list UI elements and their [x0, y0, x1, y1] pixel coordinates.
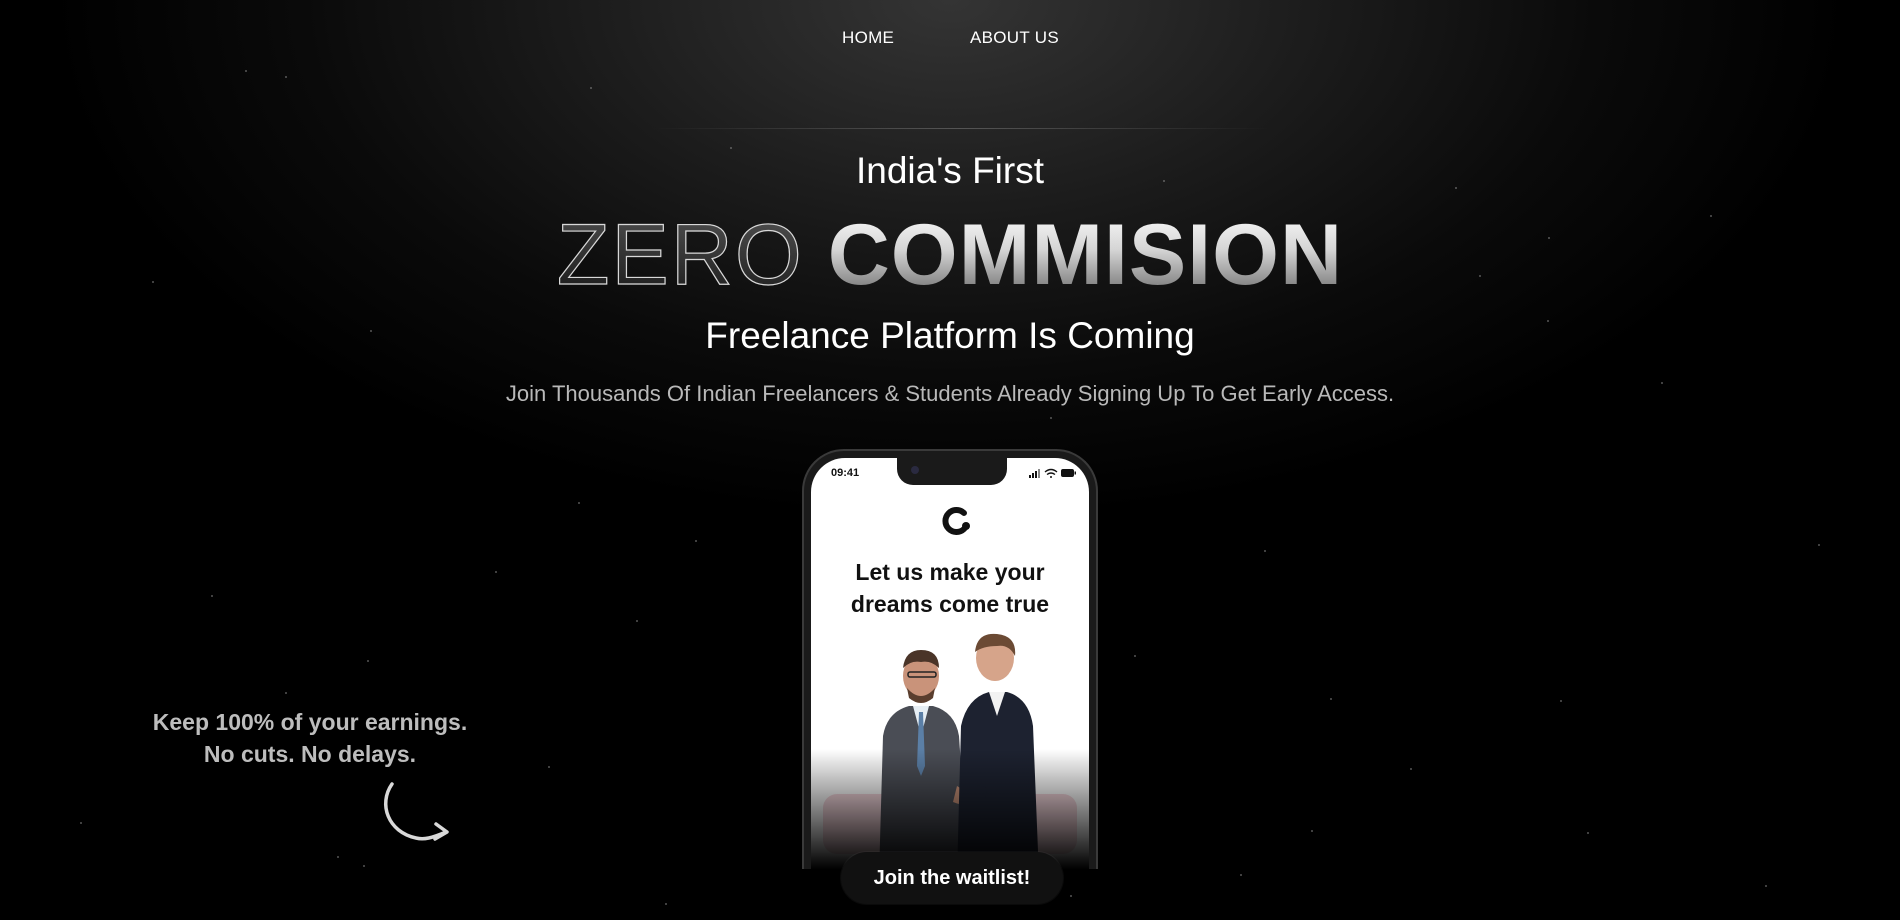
top-nav: HOME ABOUT US [0, 28, 1900, 52]
status-time: 09:41 [831, 467, 860, 479]
headline-light-word: ZERO [556, 206, 804, 303]
logo-icon [942, 507, 970, 535]
landing-page: HOME ABOUT US India's First ZERO COMMISI… [0, 0, 1900, 920]
hero-tagline: Join Thousands Of Indian Freelancers & S… [505, 381, 1395, 406]
join-waitlist-button[interactable]: Join the waitlist! [841, 852, 1063, 904]
hero-sub-title: Freelance Platform Is Coming [705, 315, 1195, 356]
battery-icon [1061, 469, 1076, 477]
status-icons [1029, 468, 1076, 478]
callout-line-2: No cuts. No delays. [203, 741, 417, 767]
callout-line-1: Keep 100% of your earnings. [152, 709, 468, 735]
camera-icon [911, 466, 919, 474]
phone-mockup: 09:41 Let us make your dreams come true [802, 449, 1098, 869]
nav-divider [650, 128, 1270, 129]
hero-pre-title: India's First [856, 150, 1044, 191]
phone-bottom-fade [811, 749, 1089, 869]
phone-screen: 09:41 Let us make your dreams come true [811, 458, 1089, 869]
hero-headline: ZERO COMMISION [0, 205, 1900, 305]
phone-headline-line-1: Let us make your [855, 559, 1045, 585]
phone-notch [897, 458, 1007, 485]
curved-arrow-icon [383, 782, 449, 841]
phone-headline-line-2: dreams come true [850, 591, 1050, 617]
phone-headline: Let us make your dreams come true [811, 556, 1089, 620]
nav-about-us-link[interactable]: ABOUT US [970, 28, 1059, 48]
nav-home-link[interactable]: HOME [842, 28, 894, 48]
headline-bold-word: COMMISION [827, 207, 1344, 303]
earnings-callout: Keep 100% of your earnings. No cuts. No … [120, 706, 500, 770]
signal-icon [1029, 469, 1040, 478]
wifi-icon [1044, 468, 1058, 478]
